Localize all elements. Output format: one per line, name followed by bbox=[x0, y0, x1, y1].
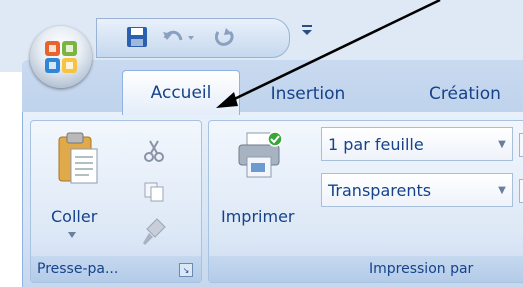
paste-button[interactable]: Coller bbox=[37, 127, 107, 245]
redo-button[interactable] bbox=[209, 25, 243, 49]
save-icon bbox=[127, 27, 147, 47]
dialog-launcher-icon[interactable]: ↘ bbox=[179, 263, 193, 277]
chevron-down-icon[interactable]: ▼ bbox=[492, 128, 512, 160]
print-button[interactable]: Imprimer bbox=[213, 127, 311, 245]
clipboard-group-label: Presse-pa... ↘ bbox=[31, 256, 201, 282]
tab-accueil[interactable]: Accueil bbox=[122, 70, 240, 115]
chevron-down-icon bbox=[68, 232, 76, 238]
print-group-label: Impression par bbox=[209, 256, 523, 282]
copy-icon[interactable] bbox=[143, 181, 165, 203]
tab-label: Accueil bbox=[150, 83, 212, 103]
paste-icon bbox=[58, 132, 98, 184]
printer-icon bbox=[238, 131, 283, 178]
chevron-down-icon[interactable]: ▼ bbox=[492, 174, 512, 206]
office-window: Accueil Insertion Création Coller Presse… bbox=[0, 0, 523, 287]
paper-type-value: Transparents bbox=[328, 180, 432, 200]
paste-label: Coller bbox=[51, 207, 98, 226]
group-label-text: Presse-pa... bbox=[37, 261, 119, 277]
office-logo-icon bbox=[45, 41, 77, 73]
tab-creation[interactable]: Création bbox=[410, 76, 520, 112]
undo-icon bbox=[163, 30, 194, 41]
scissors-icon[interactable] bbox=[143, 139, 165, 163]
print-group: Imprimer 1 par feuille ▼ Transparents ▼ … bbox=[208, 120, 523, 283]
save-button[interactable] bbox=[123, 25, 151, 49]
paper-type-dropdown[interactable]: Transparents ▼ bbox=[321, 173, 513, 207]
clipboard-group: Coller Presse-pa... ↘ bbox=[30, 120, 202, 283]
tab-insertion[interactable]: Insertion bbox=[252, 76, 364, 112]
chevron-down-icon bbox=[302, 25, 312, 35]
office-button[interactable] bbox=[30, 26, 92, 88]
tab-label: Création bbox=[429, 84, 501, 104]
undo-button[interactable] bbox=[159, 25, 199, 49]
tab-label: Insertion bbox=[270, 84, 346, 104]
group-label-text: Impression par bbox=[369, 261, 474, 277]
customize-qat-button[interactable] bbox=[300, 22, 314, 41]
print-label: Imprimer bbox=[221, 207, 295, 226]
pages-per-sheet-dropdown[interactable]: 1 par feuille ▼ bbox=[321, 127, 513, 161]
quick-access-toolbar bbox=[96, 18, 290, 58]
format-painter-icon[interactable] bbox=[141, 217, 167, 247]
partial-control[interactable] bbox=[519, 179, 523, 203]
pages-per-sheet-value: 1 par feuille bbox=[328, 134, 424, 154]
redo-icon bbox=[214, 28, 234, 46]
partial-control[interactable] bbox=[519, 133, 523, 157]
